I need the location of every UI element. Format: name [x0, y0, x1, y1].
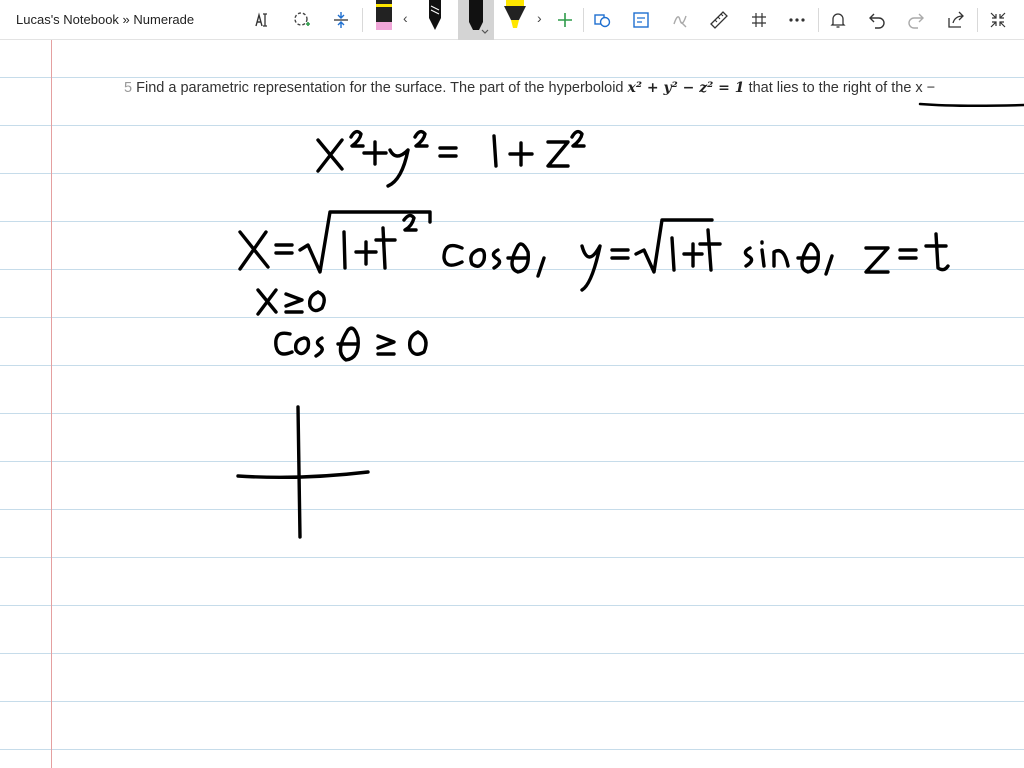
handwritten-ink [236, 129, 950, 539]
pink-pen-icon[interactable] [369, 0, 399, 40]
window-title: Lucas's Notebook » Numerade [16, 12, 195, 27]
ink-line-1 [316, 129, 586, 188]
fullscreen-icon[interactable] [984, 6, 1012, 34]
insert-space-icon[interactable] [327, 6, 355, 34]
shapes-icon[interactable] [588, 6, 616, 34]
notification-icon[interactable] [824, 6, 852, 34]
chevron-left-icon[interactable]: ‹ [403, 10, 408, 26]
notebook-canvas[interactable]: 5 Find a parametric representation for t… [0, 40, 1024, 768]
toolbar-separator [362, 8, 363, 32]
more-icon[interactable] [783, 6, 811, 34]
snap-grid-icon[interactable] [745, 6, 773, 34]
convert-ink-icon[interactable] [627, 6, 655, 34]
toolbar-separator [583, 8, 584, 32]
black-marker-icon[interactable] [458, 0, 494, 40]
add-pen-icon[interactable] [551, 6, 579, 34]
text-insert-icon[interactable] [248, 6, 276, 34]
undo-icon[interactable] [863, 6, 891, 34]
ink-line-3 [256, 288, 326, 316]
ink-line-2 [238, 210, 950, 292]
black-pen-icon[interactable] [420, 0, 450, 40]
toolbar-separator [977, 8, 978, 32]
ink-axes [236, 405, 370, 539]
lasso-select-icon[interactable] [288, 6, 316, 34]
toolbar-separator [818, 8, 819, 32]
ink-to-math-icon[interactable] [666, 6, 694, 34]
ruler-icon[interactable] [705, 6, 733, 34]
share-icon[interactable] [942, 6, 970, 34]
highlighter-icon[interactable] [500, 0, 530, 40]
chevron-right-icon[interactable]: › [537, 10, 542, 26]
ink-line-4 [274, 326, 428, 362]
top-toolbar: Lucas's Notebook » Numerade ‹ › [0, 0, 1024, 40]
redo-icon[interactable] [902, 6, 930, 34]
